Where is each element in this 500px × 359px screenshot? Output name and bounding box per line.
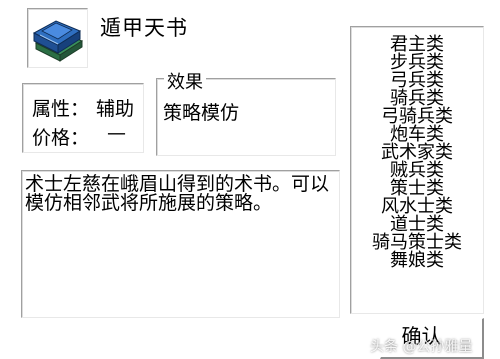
watermark-text: 头条 @公孙雅量 [370, 339, 473, 355]
price-label: 价格： [32, 127, 90, 149]
blue-book-icon [32, 20, 84, 62]
description-panel: 术士左慈在峨眉山得到的术书。可以模仿相邻武将所施展的策略。 [21, 170, 340, 318]
usable-classes-panel: 君主类 步兵类 弓兵类 骑兵类 弓骑兵类 炮车类 武术家类 贼兵类 策士类 风水… [350, 26, 484, 314]
price-value: — [107, 122, 126, 144]
attribute-value: 辅助 [96, 98, 135, 120]
effect-text: 策略模仿 [163, 102, 240, 124]
class-list: 君主类 步兵类 弓兵类 骑兵类 弓骑兵类 炮车类 武术家类 贼兵类 策士类 风水… [351, 36, 483, 270]
class-item: 舞娘类 [390, 250, 444, 271]
effect-title: 效果 [164, 68, 206, 94]
item-name: 遁甲天书 [100, 16, 188, 40]
item-icon-frame [27, 8, 88, 68]
attribute-label: 属性： [32, 98, 90, 120]
item-stats-panel: 属性： 辅助 价格： — [22, 83, 144, 153]
description-text: 术士左慈在峨眉山得到的术书。可以模仿相邻武将所施展的策略。 [25, 173, 330, 214]
